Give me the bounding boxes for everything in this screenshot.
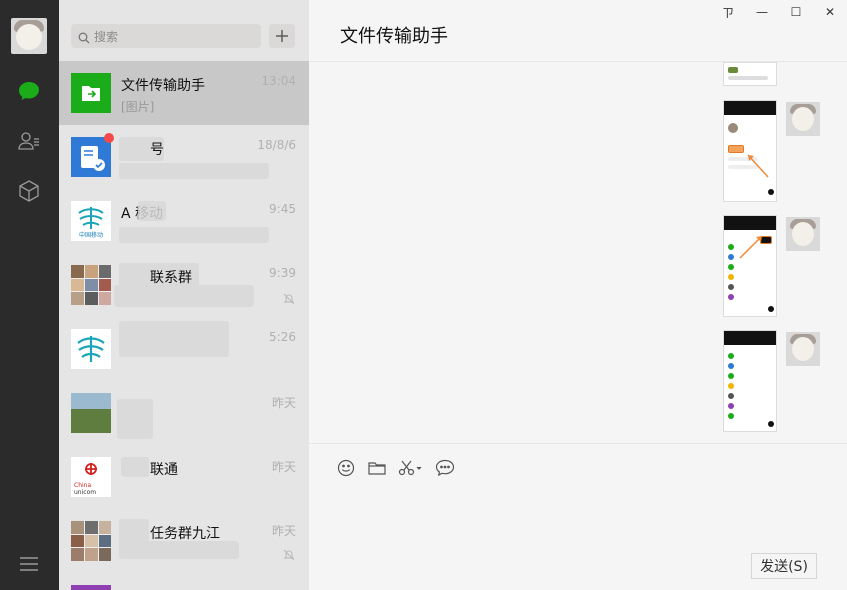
mute-icon	[283, 546, 295, 565]
session-time: 9:45	[269, 202, 296, 216]
folder-icon[interactable]	[367, 458, 387, 478]
message-avatar[interactable]	[786, 217, 820, 251]
emoji-icon[interactable]	[336, 458, 356, 478]
session-name: 任务群九江	[150, 526, 220, 542]
service-account-avatar	[71, 137, 111, 177]
svg-text:中国移动: 中国移动	[79, 231, 103, 239]
image-message[interactable]	[723, 215, 777, 317]
close-icon[interactable]: ✕	[813, 0, 847, 24]
chat-icon[interactable]	[16, 78, 42, 104]
user-avatar[interactable]	[11, 18, 47, 54]
message-avatar[interactable]	[786, 102, 820, 136]
image-message[interactable]	[723, 100, 777, 202]
session-time: 5:26	[269, 330, 296, 344]
session-name: 联通	[150, 462, 178, 478]
wechat-window: 搜索 文件传输助手 [图片] 13:04 号 18/8/6 中国移动 A 9:4…	[0, 0, 847, 590]
session-item[interactable]: 昨天	[59, 381, 309, 445]
send-button[interactable]: 发送(S)	[751, 553, 817, 579]
session-name: 号	[150, 142, 164, 158]
session-item[interactable]: 任务群九江 昨天	[59, 509, 309, 573]
session-time: 昨天	[271, 524, 296, 538]
scissors-icon[interactable]	[398, 458, 424, 478]
menu-icon[interactable]	[16, 551, 42, 577]
session-item[interactable]: 号 18/8/6	[59, 125, 309, 189]
session-preview: [图片]	[121, 100, 155, 114]
add-button[interactable]	[269, 24, 295, 48]
chat-title: 文件传输助手	[340, 26, 448, 47]
session-item[interactable]: 文件传输助手 [图片] 13:04	[59, 61, 309, 125]
session-time: 13:04	[261, 74, 296, 88]
china-unicom-avatar: China unicom	[71, 457, 111, 497]
session-time: 18/8/6	[257, 138, 296, 152]
contacts-icon[interactable]	[16, 128, 42, 154]
left-rail	[0, 0, 59, 590]
chat-bubble-icon[interactable]	[435, 458, 455, 478]
session-time: 昨天	[271, 396, 296, 410]
group-avatar	[71, 521, 111, 561]
svg-text:unicom: unicom	[74, 489, 96, 496]
image-message[interactable]	[723, 62, 777, 86]
pin-icon[interactable]: ㄗ	[711, 0, 745, 24]
session-time: 昨天	[271, 460, 296, 474]
image-message[interactable]	[723, 330, 777, 432]
input-toolbar	[336, 458, 455, 478]
box-icon[interactable]	[16, 178, 42, 204]
session-time: 9:39	[269, 266, 296, 280]
svg-text:China: China	[74, 482, 91, 489]
session-item[interactable]: China unicom 联通 昨天	[59, 445, 309, 509]
message-avatar[interactable]	[786, 332, 820, 366]
minimize-icon[interactable]: —	[745, 0, 779, 24]
china-mobile-avatar: 中国移动	[71, 201, 111, 241]
search-placeholder: 搜索	[94, 30, 119, 44]
session-name: 文件传输助手	[121, 78, 205, 94]
session-name: 联系群	[150, 270, 192, 286]
session-list: 搜索 文件传输助手 [图片] 13:04 号 18/8/6 中国移动 A 9:4…	[59, 0, 309, 590]
china-mobile-avatar	[71, 329, 111, 369]
group-avatar	[71, 265, 111, 305]
search-icon	[78, 29, 90, 48]
landscape-avatar	[71, 393, 111, 433]
mute-icon	[283, 290, 295, 309]
unread-dot	[104, 133, 114, 143]
session-item[interactable]: 中国移动 A 移动 9:45	[59, 189, 309, 253]
session-item[interactable]: 5:26	[59, 317, 309, 381]
input-divider	[309, 443, 847, 444]
chat-panel: 文件传输助手 ㄗ — ☐ ✕ 发送(S)	[309, 0, 847, 590]
file-transfer-avatar	[71, 73, 111, 113]
session-item[interactable]: 联系群 9:39	[59, 253, 309, 317]
maximize-icon[interactable]: ☐	[779, 0, 813, 24]
window-controls: ㄗ — ☐ ✕	[711, 0, 847, 24]
search-box[interactable]: 搜索	[71, 24, 261, 48]
